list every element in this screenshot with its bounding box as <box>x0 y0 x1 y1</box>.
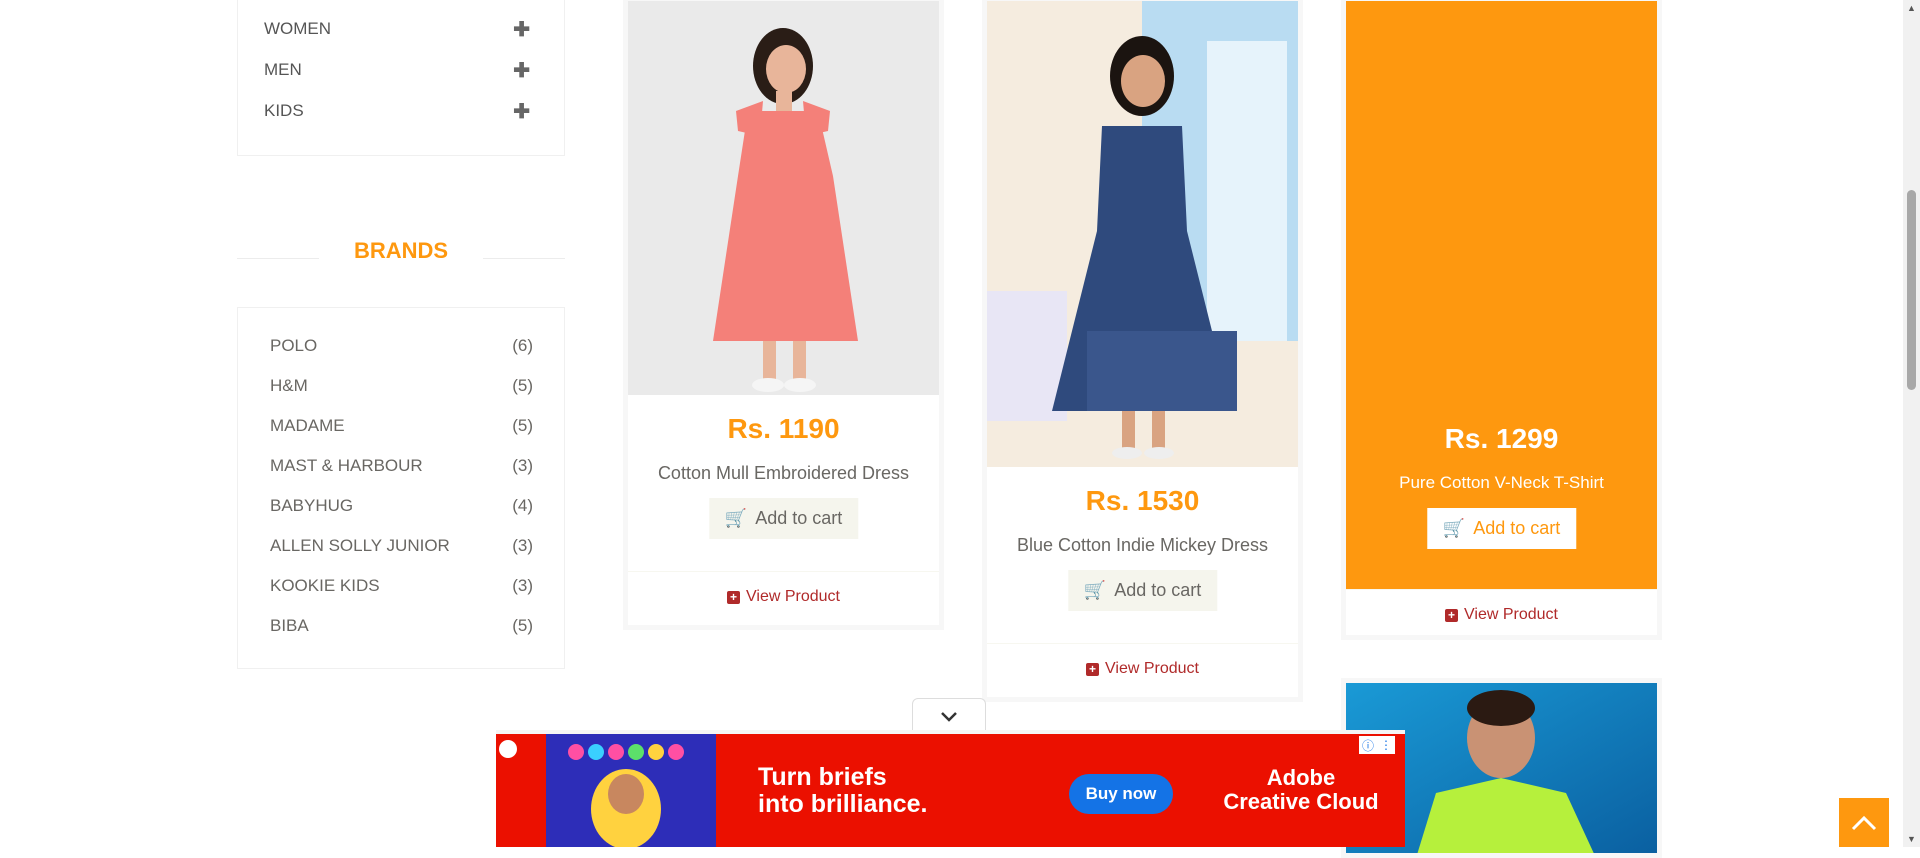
brand-name: MADAME <box>270 416 345 435</box>
info-icon[interactable]: ⓘ <box>1362 737 1374 754</box>
scrollbar-thumb[interactable] <box>1907 190 1916 390</box>
category-label: MEN <box>264 60 302 79</box>
ad-brand: Adobe Creative Cloud <box>1216 766 1386 814</box>
product-card: Rs. 1530 Blue Cotton Indie Mickey Dress … <box>982 0 1303 702</box>
category-men[interactable]: MEN ✚ <box>264 58 530 82</box>
ad-headline-line: into brilliance. <box>758 790 928 818</box>
brand-item[interactable]: MAST & HARBOUR (3) <box>270 454 533 478</box>
brand-count: (3) <box>512 536 533 555</box>
brand-count: (5) <box>512 616 533 635</box>
add-to-cart-button[interactable]: 🛒 Add to cart <box>1067 570 1218 611</box>
view-product-label: View Product <box>1105 660 1199 677</box>
brands-panel: POLO (6) H&M (5) MADAME (5) MAST & HARBOUR (… <box>237 307 565 669</box>
cart-icon: 🛒 <box>724 508 748 528</box>
brand-name: MAST & HARBOUR <box>270 456 423 475</box>
ad-banner[interactable]: Turn briefs into brilliance. Buy now Ado… <box>496 734 1405 847</box>
brand-count: (4) <box>512 496 533 515</box>
product-name: Cotton Mull Embroidered Dress <box>657 463 910 483</box>
plus-square-icon: + <box>727 590 740 604</box>
brand-count: (6) <box>512 336 533 355</box>
product-card: Rs. 1299 Pure Cotton V-Neck T-Shirt 🛒 Ad… <box>1341 0 1662 640</box>
brand-name: BABYHUG <box>270 496 354 515</box>
brand-count: (3) <box>512 456 533 475</box>
plus-icon[interactable]: ✚ <box>513 17 530 42</box>
more-icon[interactable]: ⋮ <box>1380 738 1392 752</box>
view-product-link[interactable]: + View Product <box>1346 589 1657 635</box>
brand-count: (3) <box>512 576 533 595</box>
brands-heading: BRANDS <box>353 238 449 263</box>
cart-icon: 🛒 <box>1083 580 1107 600</box>
category-women[interactable]: WOMEN ✚ <box>264 17 530 41</box>
view-product-label: View Product <box>1464 606 1558 623</box>
brand-name: ALLEN SOLLY JUNIOR <box>270 536 450 555</box>
ad-brand-line: Creative Cloud <box>1223 789 1379 814</box>
add-to-cart-button[interactable]: 🛒 Add to cart <box>1426 508 1577 549</box>
plus-icon[interactable]: ✚ <box>513 58 530 83</box>
view-product-link[interactable]: + View Product <box>987 643 1298 694</box>
product-overlay[interactable]: Rs. 1299 Pure Cotton V-Neck T-Shirt 🛒 Ad… <box>1346 1 1657 589</box>
brand-name: BIBA <box>270 616 309 635</box>
plus-square-icon: + <box>1445 608 1458 622</box>
product-price: Rs. 1299 <box>1444 423 1559 454</box>
cart-icon: 🛒 <box>1442 518 1466 538</box>
brand-count: (5) <box>512 376 533 395</box>
brand-item[interactable]: KOOKIE KIDS (3) <box>270 574 533 598</box>
chevron-up-icon <box>1851 815 1877 830</box>
brand-name: H&M <box>270 376 308 395</box>
category-label: WOMEN <box>264 19 332 38</box>
category-panel: WOMEN ✚ MEN ✚ KIDS ✚ <box>237 0 565 156</box>
product-price: Rs. 1530 <box>1085 485 1200 516</box>
buy-now-button[interactable]: Buy now <box>1069 774 1173 814</box>
ad-info-controls[interactable]: ⓘ ⋮ <box>1359 736 1395 754</box>
product-image[interactable] <box>628 1 939 395</box>
brand-name: KOOKIE KIDS <box>270 576 380 595</box>
brand-item[interactable]: BIBA (5) <box>270 614 533 638</box>
add-to-cart-label: Add to cart <box>1473 518 1561 538</box>
plus-icon[interactable]: ✚ <box>513 99 530 124</box>
brand-item[interactable]: POLO (6) <box>270 334 533 358</box>
brand-item[interactable]: MADAME (5) <box>270 414 533 438</box>
plus-square-icon: + <box>1086 662 1099 676</box>
scroll-up-arrow-icon[interactable]: ▲ <box>1907 3 1916 13</box>
product-name: Pure Cotton V-Neck T-Shirt <box>1399 473 1604 492</box>
ad-headline-line: Turn briefs <box>758 763 887 791</box>
category-kids[interactable]: KIDS ✚ <box>264 99 530 123</box>
product-image[interactable] <box>987 1 1298 467</box>
scroll-to-top-button[interactable] <box>1839 798 1889 847</box>
brand-item[interactable]: H&M (5) <box>270 374 533 398</box>
ad-headline: Turn briefs into brilliance. <box>758 764 927 818</box>
brand-count: (5) <box>512 416 533 435</box>
product-card: Rs. 1190 Cotton Mull Embroidered Dress 🛒… <box>623 0 944 630</box>
view-product-link[interactable]: + View Product <box>628 571 939 622</box>
ad-brand-line: Adobe <box>1266 765 1336 790</box>
view-product-label: View Product <box>746 588 840 605</box>
add-to-cart-label: Add to cart <box>755 508 843 528</box>
add-to-cart-label: Add to cart <box>1114 580 1202 600</box>
product-name: Blue Cotton Indie Mickey Dress <box>1016 535 1269 555</box>
product-price: Rs. 1190 <box>727 413 840 444</box>
brand-item[interactable]: ALLEN SOLLY JUNIOR (3) <box>270 534 533 558</box>
add-to-cart-button[interactable]: 🛒 Add to cart <box>708 498 859 539</box>
chevron-down-icon <box>941 712 957 722</box>
scrollbar[interactable]: ▲ ▼ <box>1903 0 1920 847</box>
category-label: KIDS <box>264 101 304 120</box>
scroll-down-arrow-icon[interactable]: ▼ <box>1907 834 1916 844</box>
brand-item[interactable]: BABYHUG (4) <box>270 494 533 518</box>
brand-name: POLO <box>270 336 318 355</box>
